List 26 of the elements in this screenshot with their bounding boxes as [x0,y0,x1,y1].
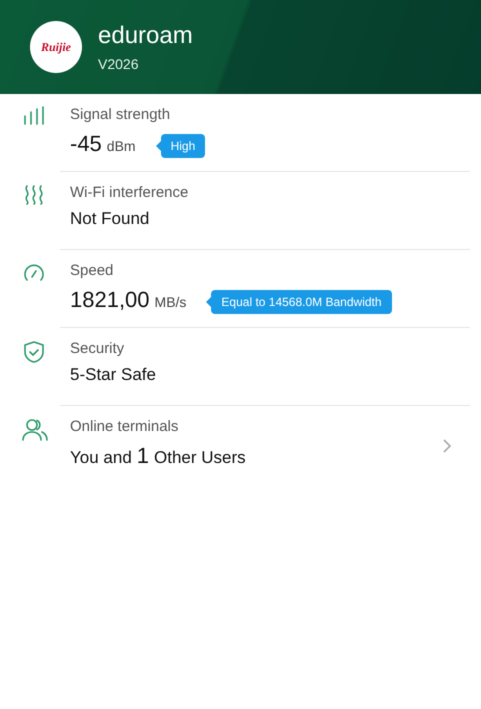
value-text: Not Found [70,209,150,229]
value-text: 5-Star Safe [70,365,156,385]
value-text: Other Users [154,448,246,468]
item-label: Online terminals [70,418,180,435]
value-tooltip: Equal to 14568.0M Bandwidth [211,290,392,314]
network-name: eduroam [98,22,193,50]
item-label: Signal strength [70,106,172,123]
gauge-icon [22,262,46,284]
value-number: 1 [136,443,150,469]
item-label: Security [70,340,126,357]
item-label: Wi-Fi interference [70,184,190,201]
value-text: You and [70,448,132,468]
tooltip-pointer-icon [206,297,212,307]
shield-check-icon [22,340,46,364]
value-unit: dBm [106,138,136,154]
item-label: Speed [70,262,114,279]
value-number: 1821,00 [70,287,150,313]
brand-logo: Ruijie [30,21,82,73]
value-unit: MB/s [154,294,186,310]
value-number: -45 [70,131,102,157]
signal-bars-icon [22,106,46,126]
chevron-right-icon[interactable] [442,438,452,454]
value-tooltip: High [160,134,206,158]
users-icon [22,418,48,442]
tooltip-pointer-icon [156,141,161,151]
version-text: V2026 [98,56,140,72]
